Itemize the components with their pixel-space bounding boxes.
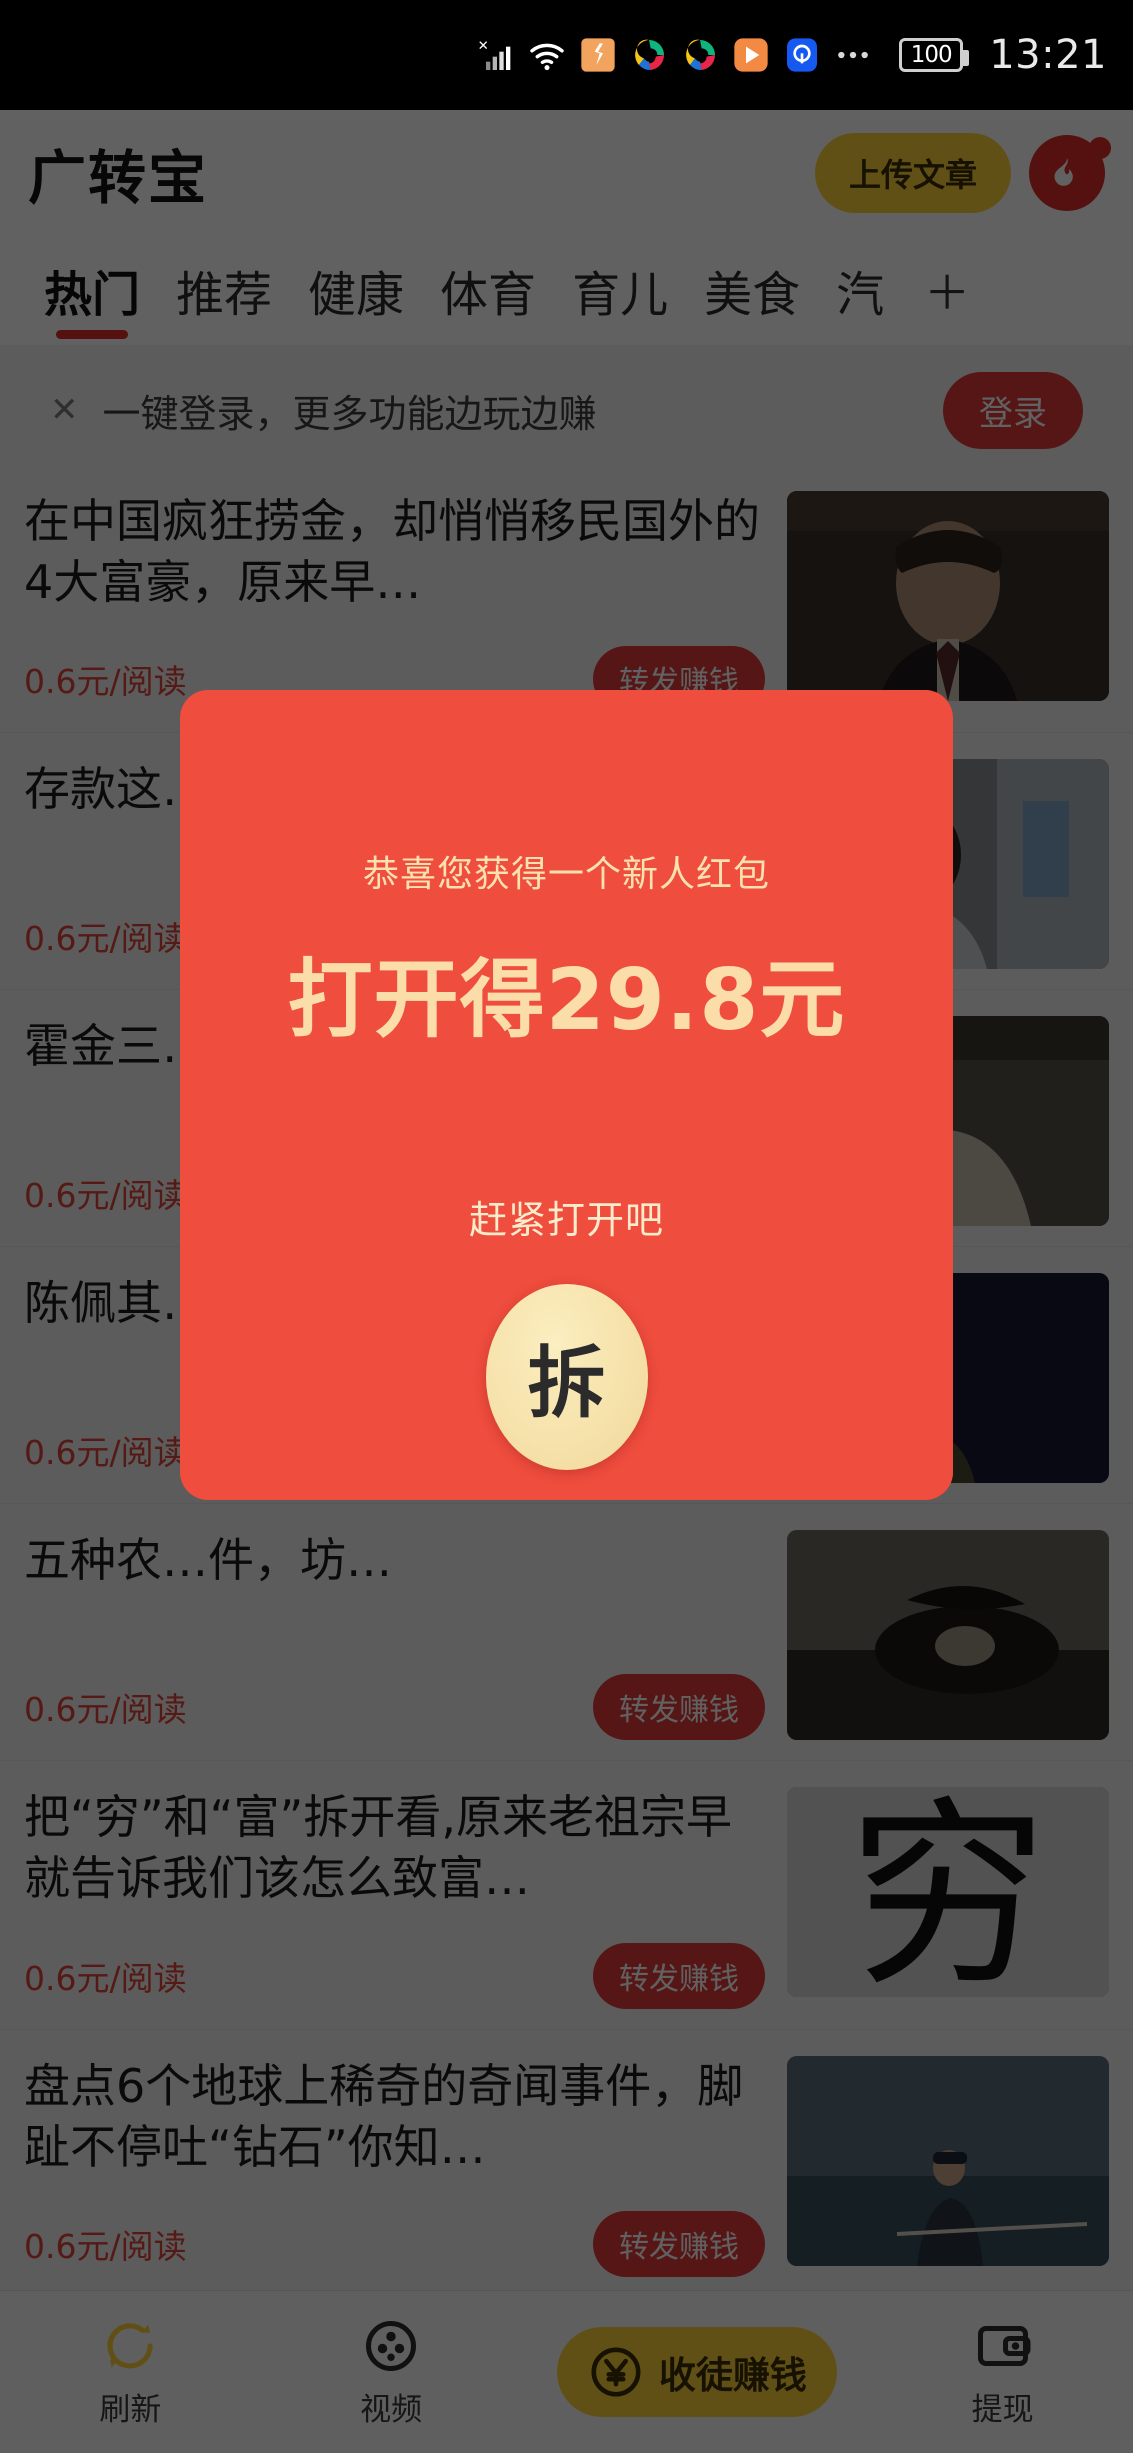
svg-text:穷: 穷 [848, 1787, 1048, 1997]
article-meta: 0.6元/阅读 转发赚钱 [24, 2177, 765, 2278]
red-packet-subtitle: 恭喜您获得一个新人红包 [362, 854, 770, 895]
article-thumbnail[interactable] [787, 491, 1109, 701]
film-reel-icon [366, 2320, 417, 2371]
signal-x-icon: ✕ [478, 39, 511, 70]
article-price: 0.6元/阅读 [24, 1690, 187, 1730]
open-button-label: 拆 [527, 1338, 606, 1429]
article-title: 把“穷”和“富”拆开看,原来老祖宗早就告诉我们该怎么致富… [24, 1790, 732, 1906]
app-brand: 广转宝 [28, 143, 209, 212]
nav-label: 收徒赚钱 [658, 2354, 807, 2397]
article-content: 盘点6个地球上稀奇的奇闻事件，脚趾不停吐“钻石”你知… 0.6元/阅读 转发赚钱 [24, 2056, 765, 2278]
nav-label: 视频 [360, 2391, 423, 2428]
add-category-button[interactable]: ＋ [902, 235, 988, 345]
activity-icon [581, 38, 615, 72]
nav-item-refresh[interactable]: 刷新 [35, 2316, 225, 2429]
article-row-5[interactable]: 把“穷”和“富”拆开看,原来老祖宗早就告诉我们该怎么致富… 0.6元/阅读 转发… [0, 1761, 1133, 2030]
upload-article-button[interactable]: 上传文章 [814, 132, 1011, 213]
bottom-navigation: 刷新 视频 收徒赚钱 提现 [0, 2290, 1133, 2453]
wallet-icon [977, 2325, 1031, 2366]
category-tabs: 热门 推荐 健康 体育 育儿 美食 汽 ＋ [0, 235, 1133, 345]
open-red-packet-button[interactable]: 拆 [485, 1284, 648, 1470]
close-icon[interactable]: ✕ [50, 390, 79, 430]
more-dots-icon [838, 51, 869, 59]
tab-5[interactable]: 美食 [686, 235, 818, 345]
red-packet-modal: 恭喜您获得一个新人红包 打开得29.8元 赶紧打开吧 拆 [180, 690, 953, 1500]
clock: 13:21 [989, 32, 1107, 78]
login-button[interactable]: 登录 [943, 371, 1083, 449]
article-price: 0.6元/阅读 [24, 1433, 187, 1473]
article-row-4[interactable]: 五种农…件，坊… 0.6元/阅读 转发赚钱 [0, 1504, 1133, 1762]
article-title: 盘点6个地球上稀奇的奇闻事件，脚趾不停吐“钻石”你知… [24, 2058, 744, 2174]
bulb-icon [787, 38, 818, 72]
share-earn-button[interactable]: 转发赚钱 [593, 2211, 765, 2278]
article-content: 把“穷”和“富”拆开看,原来老祖宗早就告诉我们该怎么致富… 0.6元/阅读 转发… [24, 1787, 765, 2009]
tab-1[interactable]: 推荐 [158, 235, 290, 345]
article-price: 0.6元/阅读 [24, 2227, 187, 2267]
article-content: 在中国疯狂捞金，却悄悄移民国外的4大富豪，原来早… 0.6元/阅读 转发赚钱 [24, 491, 765, 713]
article-price: 0.6元/阅读 [24, 919, 187, 959]
app-icon-2 [686, 39, 716, 71]
article-content: 五种农…件，坊… 0.6元/阅读 转发赚钱 [24, 1530, 765, 1741]
wifi-icon [530, 43, 564, 71]
battery-level: 100 [910, 41, 953, 68]
share-earn-button[interactable]: 转发赚钱 [593, 1942, 765, 2009]
nav-label: 提现 [971, 2391, 1034, 2428]
nav-label: 刷新 [99, 2391, 162, 2428]
status-bar-icons: ✕ [476, 35, 873, 75]
article-meta: 0.6元/阅读 转发赚钱 [24, 1640, 765, 1741]
article-price: 0.6元/阅读 [24, 1958, 187, 1998]
notification-dot [1089, 136, 1111, 159]
tab-2[interactable]: 健康 [290, 235, 422, 345]
red-packet-envelope: 恭喜您获得一个新人红包 打开得29.8元 赶紧打开吧 拆 [180, 690, 953, 1500]
article-price: 0.6元/阅读 [24, 1176, 187, 1216]
article-title: 在中国疯狂捞金，却悄悄移民国外的4大富豪，原来早… [24, 494, 760, 609]
share-earn-button[interactable]: 转发赚钱 [593, 1674, 765, 1741]
article-title: 五种农…件，坊… [24, 1533, 392, 1588]
tab-6[interactable]: 汽 [818, 235, 902, 345]
article-price: 0.6元/阅读 [24, 662, 187, 702]
red-packet-hint: 赶紧打开吧 [468, 1198, 664, 1242]
nav-item-withdraw[interactable]: 提现 [908, 2316, 1098, 2429]
app-header: 广转宝 上传文章 [0, 110, 1133, 235]
tab-3[interactable]: 体育 [422, 235, 554, 345]
article-row-6[interactable]: 盘点6个地球上稀奇的奇闻事件，脚趾不停吐“钻石”你知… 0.6元/阅读 转发赚钱 [0, 2029, 1133, 2299]
red-packet-amount: 打开得29.8元 [287, 951, 846, 1050]
nav-item-video[interactable]: 视频 [296, 2316, 486, 2429]
article-meta: 0.6元/阅读 转发赚钱 [24, 1909, 765, 2009]
yuan-coin-icon [591, 2347, 641, 2397]
battery-indicator: 100 [899, 38, 970, 72]
article-thumbnail[interactable] [787, 1530, 1109, 1741]
svg-text:✕: ✕ [478, 39, 489, 54]
login-banner-text: 一键登录，更多功能边玩边赚 [102, 391, 597, 436]
article-thumbnail[interactable]: 穷 [787, 1787, 1109, 1998]
flame-button[interactable] [1029, 134, 1111, 211]
play-icon [734, 38, 768, 72]
status-bar: ✕ 100 13:21 [0, 0, 1133, 110]
tab-4[interactable]: 育儿 [554, 235, 686, 345]
tab-0[interactable]: 热门 [26, 235, 158, 345]
app-icon-1 [635, 39, 665, 71]
refresh-icon [107, 2322, 153, 2368]
nav-item-recruit[interactable]: 收徒赚钱 [556, 2327, 837, 2417]
login-banner: ✕ 一键登录，更多功能边玩边赚 登录 [22, 355, 1111, 465]
red-packet-content: 恭喜您获得一个新人红包 打开得29.8元 赶紧打开吧 拆 [180, 690, 953, 1500]
article-thumbnail[interactable] [787, 2055, 1109, 2266]
